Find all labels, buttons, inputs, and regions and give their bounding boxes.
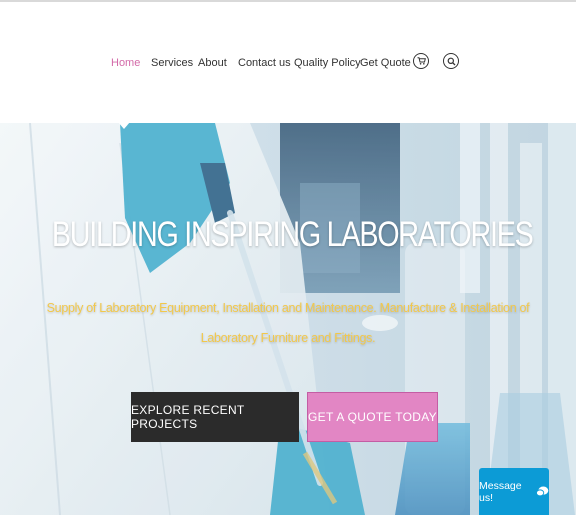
explore-projects-button[interactable]: EXPLORE RECENT PROJECTS xyxy=(131,392,299,442)
nav-quality-policy[interactable]: Quality Policy xyxy=(294,57,361,69)
main-navigation: Home Services About Contact us Quality P… xyxy=(0,2,576,123)
nav-contact-us[interactable]: Contact us xyxy=(238,57,291,69)
chat-bubble-icon xyxy=(536,486,549,497)
message-us-button[interactable]: Message us! xyxy=(479,468,549,515)
search-glyph xyxy=(447,57,455,65)
search-icon[interactable] xyxy=(443,53,459,69)
nav-home[interactable]: Home xyxy=(111,57,140,69)
nav-pointer-caret xyxy=(118,123,130,129)
hero-banner: BUILDING INSPIRING LABORATORIES Supply o… xyxy=(0,123,576,515)
message-us-label: Message us! xyxy=(479,479,522,504)
nav-services[interactable]: Services xyxy=(151,57,193,69)
get-quote-button[interactable]: GET A QUOTE TODAY xyxy=(307,392,438,442)
hero-subtitle: Supply of Laboratory Equipment, Installa… xyxy=(46,301,530,345)
cart-icon[interactable] xyxy=(413,53,429,69)
hero-title: BUILDING INSPIRING LABORATORIES xyxy=(51,215,534,254)
nav-about[interactable]: About xyxy=(198,57,227,69)
cart-glyph xyxy=(417,57,426,65)
nav-get-quote[interactable]: Get Quote xyxy=(360,57,411,69)
